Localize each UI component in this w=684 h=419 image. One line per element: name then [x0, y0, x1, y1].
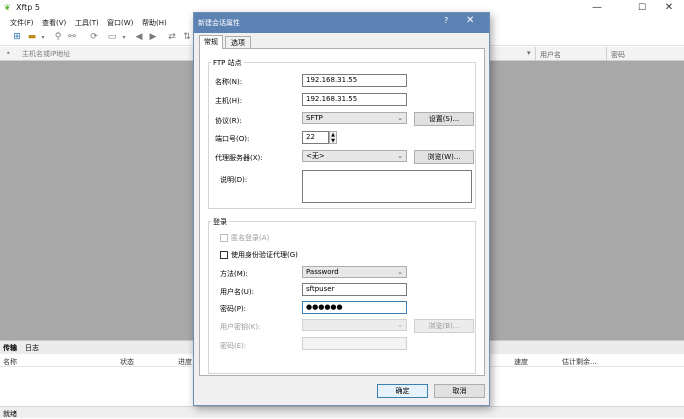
chevron-down-icon: ⌄	[397, 268, 403, 276]
host-address-input[interactable]: 主机名或IP地址	[22, 49, 70, 59]
link-icon[interactable]: ⚲	[52, 32, 64, 43]
port-stepper[interactable]: ▲ ▼	[329, 131, 337, 144]
menu-window[interactable]: 窗口(W)	[107, 18, 133, 28]
disconnect-icon[interactable]: ⚯	[66, 32, 78, 43]
dropdown-arrow-icon[interactable]: ▾	[527, 49, 531, 57]
general-tab-panel: FTP 站点 名称(N): 192.168.31.55 主机(H): 192.1…	[199, 48, 485, 376]
chevron-down-icon: ⌄	[397, 152, 403, 160]
description-label: 说明(D):	[220, 176, 248, 184]
name-label: 名称(N):	[215, 78, 243, 86]
password-label: 密码(P):	[220, 305, 247, 313]
xftp-logo-icon: ❦	[4, 3, 11, 12]
name-input[interactable]: 192.168.31.55	[302, 74, 407, 87]
description-textarea[interactable]	[302, 170, 472, 203]
column-divider	[535, 47, 536, 60]
method-value: Password	[306, 268, 339, 276]
new-session-icon[interactable]: ⊞	[11, 32, 23, 43]
login-group-title: 登录	[211, 217, 229, 227]
close-button[interactable]: ✕	[658, 1, 680, 15]
dropdown-arrow-icon[interactable]: ▾	[118, 32, 130, 43]
dialog-close-button[interactable]: ✕	[466, 15, 474, 26]
password-field[interactable]: 密码	[611, 50, 625, 60]
cancel-button[interactable]: 取消	[434, 384, 485, 398]
transfer-icon[interactable]: ⇅	[181, 32, 193, 43]
host-label: 主机(H):	[215, 97, 243, 105]
column-status[interactable]: 状态	[120, 357, 134, 367]
dialog-title: 新建会话属性	[198, 19, 240, 27]
chevron-down-icon: ⌄	[397, 321, 403, 329]
password-input[interactable]: ●●●●●●	[302, 301, 407, 314]
ftp-site-group-title: FTP 站点	[211, 58, 244, 68]
user-key-label: 用户密钥(K):	[220, 323, 261, 331]
maximize-button[interactable]: ☐	[631, 1, 653, 15]
settings-button[interactable]: 设置(S)...	[414, 112, 474, 126]
view-icon[interactable]: ▭	[106, 32, 118, 43]
user-key-select[interactable]: ⌄	[302, 319, 407, 331]
username-label: 用户名(U):	[220, 288, 254, 296]
column-progress[interactable]: 进度	[178, 357, 192, 367]
username-input[interactable]: sftpuser	[302, 283, 407, 296]
menu-tools[interactable]: 工具(T)	[75, 18, 99, 28]
ok-button[interactable]: 确定	[377, 384, 428, 398]
host-input[interactable]: 192.168.31.55	[302, 93, 407, 106]
sync-icon[interactable]: ⇄	[166, 32, 178, 43]
menu-help[interactable]: 帮助(H)	[142, 18, 167, 28]
proxy-label: 代理服务器(X):	[215, 154, 263, 162]
column-divider	[606, 47, 607, 60]
port-label: 端口号(O):	[215, 135, 250, 143]
anonymous-login-checkbox[interactable]	[220, 234, 228, 242]
dialog-titlebar: 新建会话属性 ? ✕	[194, 13, 489, 33]
protocol-value: SFTP	[306, 114, 323, 122]
passphrase-label: 密码(E):	[220, 342, 247, 350]
menu-file[interactable]: 文件(F)	[10, 18, 34, 28]
dropdown-arrow-icon[interactable]: ▾	[37, 32, 49, 43]
browse-proxy-button[interactable]: 浏览(W)...	[414, 150, 474, 164]
column-eta[interactable]: 估计剩余...	[562, 357, 597, 367]
help-button[interactable]: ?	[444, 16, 448, 25]
username-field[interactable]: 用户名	[540, 50, 561, 60]
auth-agent-label: 使用身份验证代理(G)	[231, 251, 298, 259]
tab-general[interactable]: 常规	[199, 35, 223, 49]
browse-key-button[interactable]: 浏览(B)...	[414, 319, 474, 333]
minimize-button[interactable]: —	[586, 1, 608, 15]
chevron-down-icon: ⌄	[397, 114, 403, 122]
protocol-label: 协议(R):	[215, 117, 242, 125]
method-select[interactable]: Password ⌄	[302, 266, 407, 278]
back-icon[interactable]: ◀	[133, 32, 145, 43]
protocol-select[interactable]: SFTP ⌄	[302, 112, 407, 124]
auth-agent-checkbox[interactable]	[220, 251, 228, 259]
address-bullet-icon: •	[6, 49, 11, 58]
method-label: 方法(M):	[220, 270, 248, 278]
anonymous-login-label: 匿名登录(A)	[231, 234, 270, 242]
login-group	[208, 221, 476, 374]
column-speed[interactable]: 速度	[514, 357, 528, 367]
tab-log[interactable]: 日志	[25, 343, 39, 353]
column-name[interactable]: 名称	[3, 357, 17, 367]
proxy-select[interactable]: <无> ⌄	[302, 150, 407, 162]
refresh-icon[interactable]: ⟳	[88, 32, 100, 43]
proxy-value: <无>	[306, 152, 325, 160]
menu-view[interactable]: 查看(V)	[42, 18, 66, 28]
app-title: Xftp 5	[16, 3, 41, 12]
spin-down-icon[interactable]: ▼	[330, 138, 336, 144]
port-input[interactable]: 22	[302, 131, 329, 144]
session-properties-dialog: 新建会话属性 ? ✕ 常规 选项 FTP 站点 名称(N): 192.168.3…	[193, 12, 490, 406]
passphrase-input[interactable]	[302, 337, 407, 350]
forward-icon[interactable]: ▶	[147, 32, 159, 43]
status-bar: 就绪	[0, 406, 684, 418]
tab-transfer[interactable]: 传输	[3, 343, 17, 353]
